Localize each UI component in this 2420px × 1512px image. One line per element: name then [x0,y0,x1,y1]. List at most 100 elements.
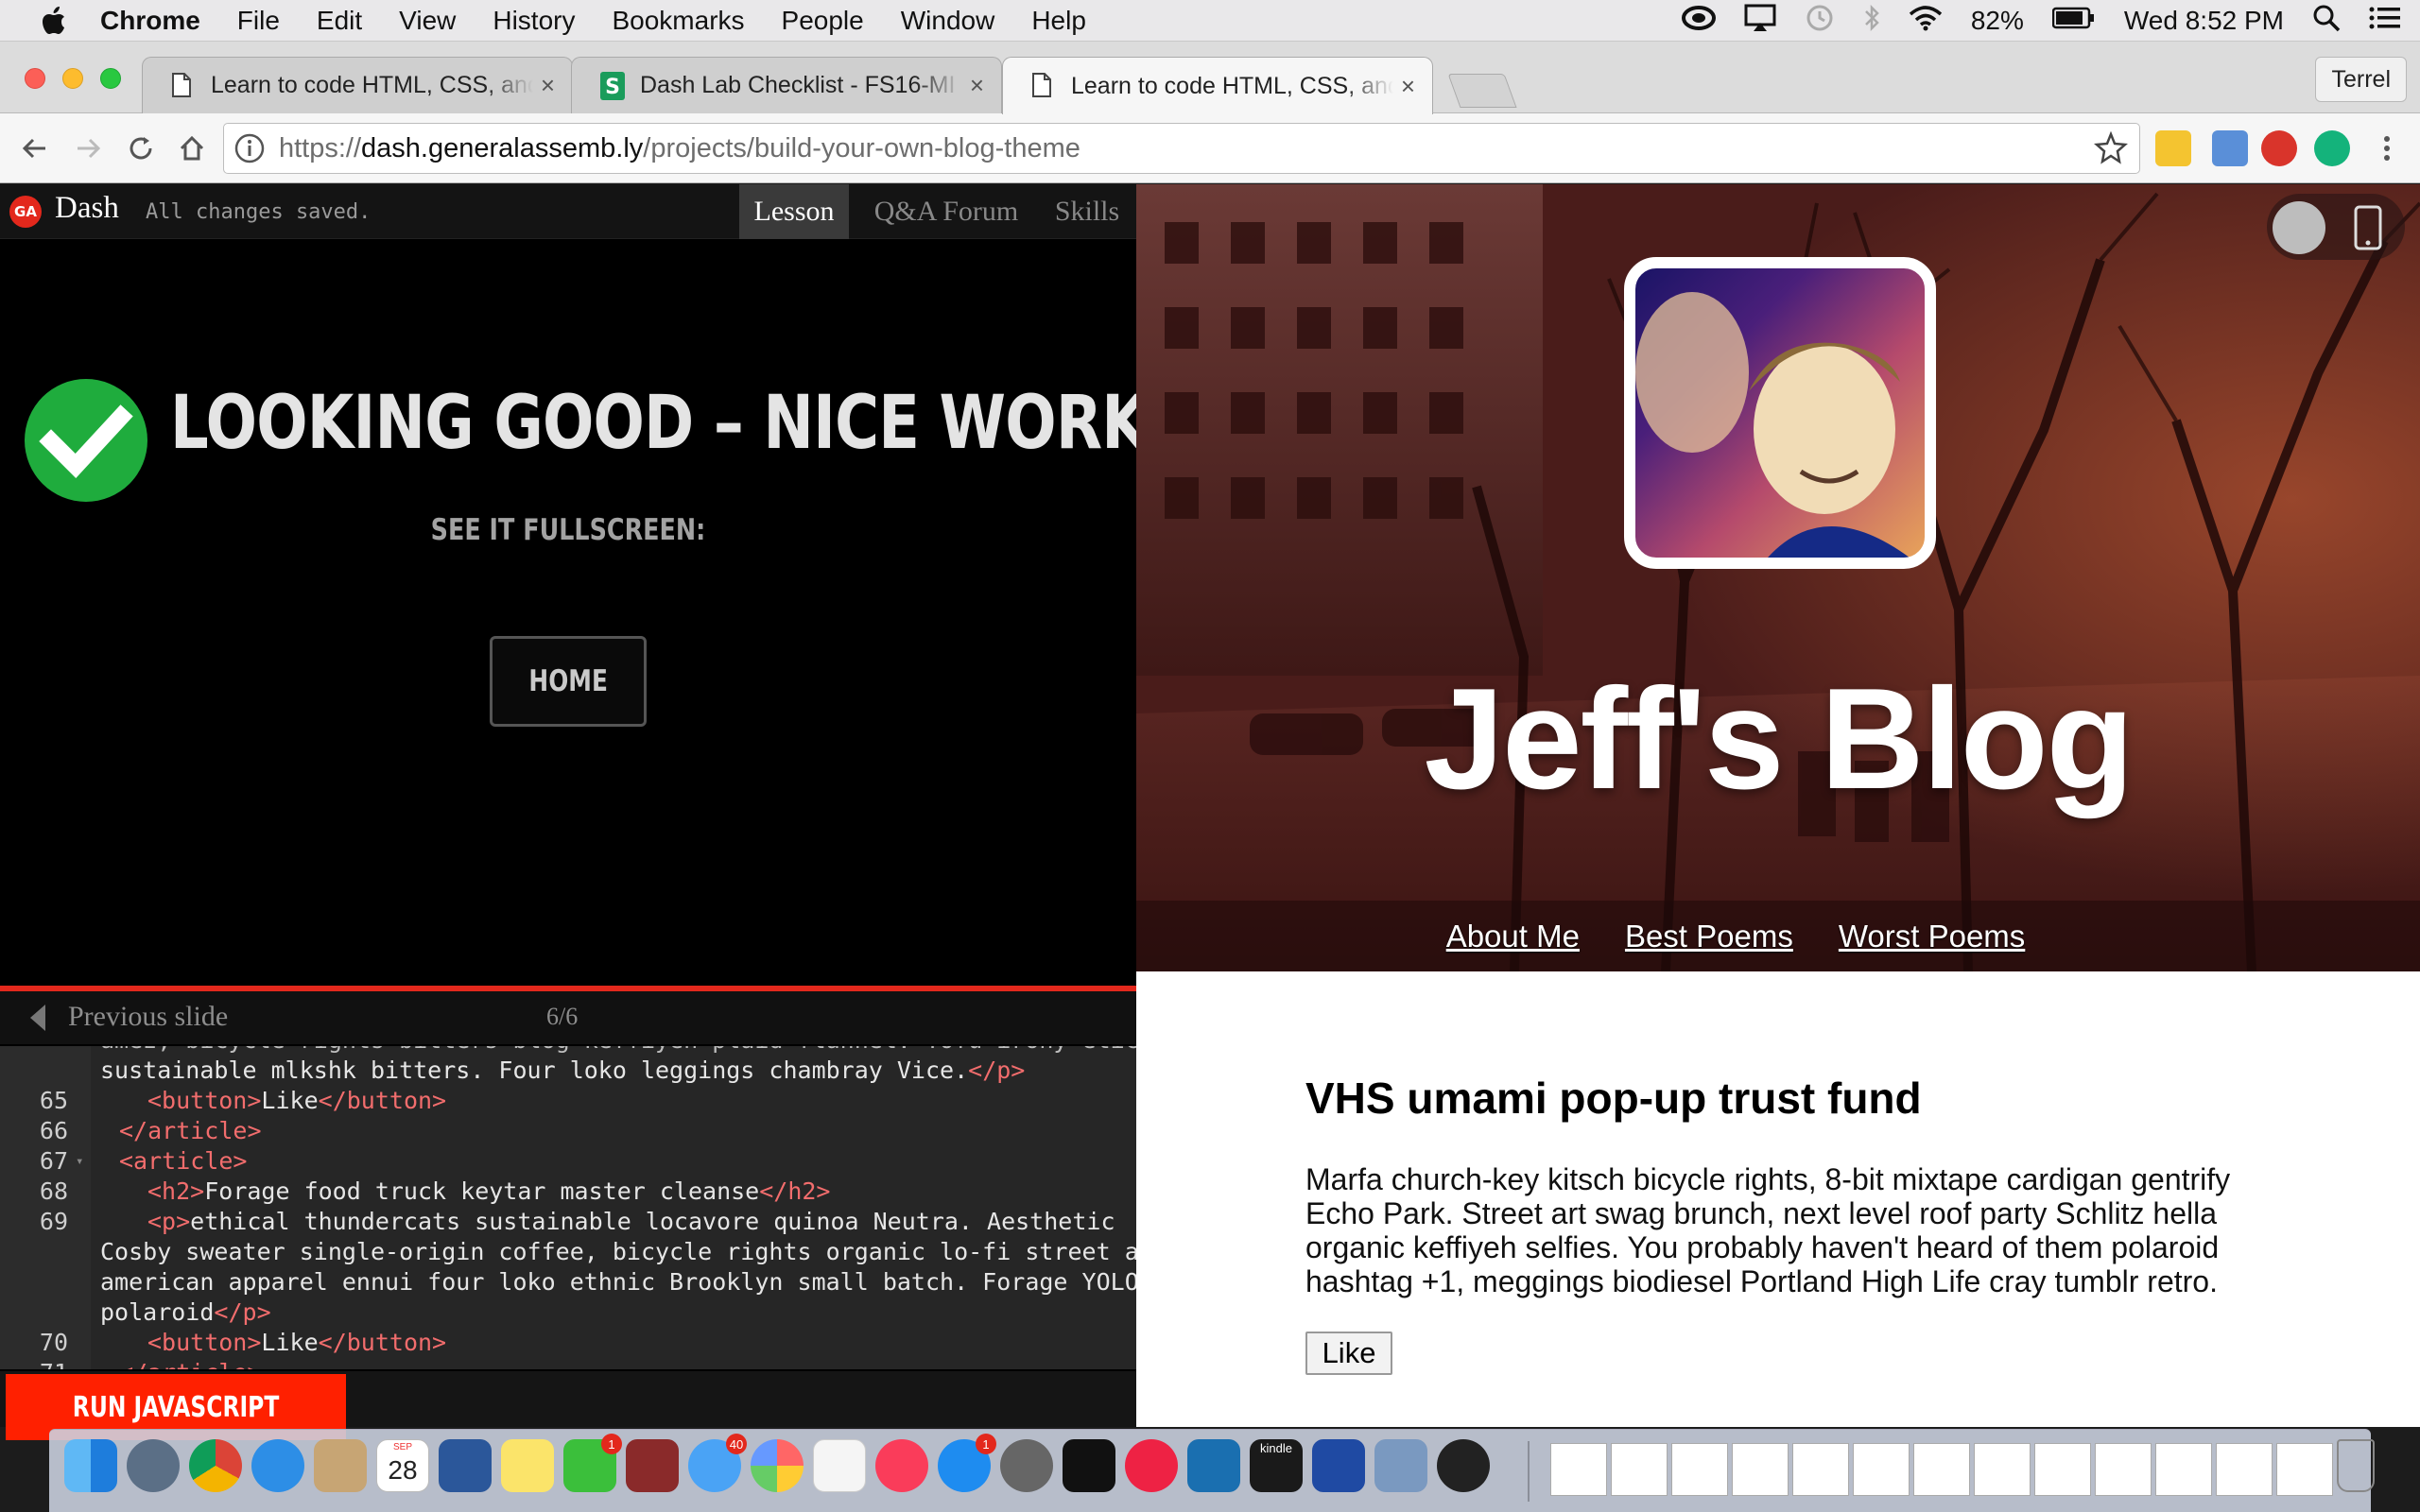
chrome-menu-icon[interactable] [2367,129,2407,168]
tab-skills[interactable]: Skills [1044,184,1131,239]
home-button[interactable] [172,129,212,168]
browser-tab-1[interactable]: Learn to code HTML, CSS, and × [142,57,573,113]
forward-button[interactable] [68,129,108,168]
pen-app-icon[interactable] [1187,1439,1240,1492]
minimized-window-10[interactable] [2095,1443,2152,1496]
nav-best-poems[interactable]: Best Poems [1625,919,1793,954]
profile-button[interactable]: Terrel [2315,57,2407,102]
minimized-window-2[interactable] [1611,1443,1668,1496]
apple-icon[interactable] [40,6,68,35]
close-tab-icon[interactable]: × [970,71,984,100]
code-editor[interactable]: amez, bicycle rights bitters blog keffiy… [0,1046,1136,1369]
like-button[interactable]: Like [1305,1332,1392,1375]
prev-arrow-icon[interactable] [30,1005,45,1031]
code-token: </button> [318,1087,447,1114]
word-icon[interactable] [439,1439,492,1492]
menu-bookmarks[interactable]: Bookmarks [612,6,744,36]
browser-tab-3-active[interactable]: Learn to code HTML, CSS, and × [1002,57,1433,114]
close-tab-icon[interactable]: × [1401,72,1415,101]
minimized-window-9[interactable] [2034,1443,2091,1496]
photos-icon[interactable] [751,1439,804,1492]
menu-people[interactable]: People [782,6,864,36]
code-line: 69 <p>ethical thundercats sustainable loc… [0,1207,1136,1237]
tab-strip: Learn to code HTML, CSS, and × S Dash La… [0,42,2420,114]
adblock-plus-icon[interactable] [2261,130,2297,166]
window-minimize-button[interactable] [62,68,83,89]
new-tab-button[interactable] [1447,74,1517,108]
toggle-knob[interactable] [2273,201,2325,254]
menu-edit[interactable]: Edit [317,6,362,36]
menu-window[interactable]: Window [901,6,995,36]
wifi-icon[interactable] [1909,5,1943,38]
reload-button[interactable] [121,129,161,168]
ga-logo[interactable]: GA [9,196,42,228]
menu-view[interactable]: View [399,6,456,36]
extension-calendar-icon[interactable] [2212,130,2248,166]
minimized-window-1[interactable] [1550,1443,1607,1496]
minimized-window-13[interactable] [2276,1443,2333,1496]
close-tab-icon[interactable]: × [541,71,555,100]
dash-brand[interactable]: Dash [55,191,119,226]
url-host: dash.generalassemb.ly [361,132,644,163]
ps4-remote-play-icon[interactable] [1312,1439,1365,1492]
minimized-window-11[interactable] [2155,1443,2212,1496]
spotlight-icon[interactable] [2312,4,2341,39]
minimized-window-7[interactable] [1913,1443,1970,1496]
contacts-icon[interactable] [314,1439,367,1492]
tab-qa-forum[interactable]: Q&A Forum [858,184,1034,239]
kindle-icon[interactable]: kindle [1250,1439,1303,1492]
pages-icon[interactable] [813,1439,866,1492]
launchpad-icon[interactable] [127,1439,180,1492]
previous-slide-link[interactable]: Previous slide [68,1001,228,1033]
bluetooth-icon[interactable] [1863,4,1880,39]
nav-worst-poems[interactable]: Worst Poems [1839,919,2025,954]
safari-icon[interactable] [251,1439,304,1492]
photo-booth-icon[interactable] [626,1439,679,1492]
sheets-icon: S [600,71,625,100]
menu-clock[interactable]: Wed 8:52 PM [2124,6,2284,36]
mobile-phone-icon[interactable] [2352,205,2384,250]
home-button[interactable]: HOME [490,636,647,727]
grammarly-icon[interactable] [2314,130,2350,166]
minimized-window-8[interactable] [1974,1443,2031,1496]
back-button[interactable] [15,129,55,168]
calendar-icon[interactable]: SEP 28 [376,1439,429,1492]
preview-icon[interactable] [1374,1439,1427,1492]
minimized-window-4[interactable] [1732,1443,1789,1496]
itunes-icon[interactable] [875,1439,928,1492]
menu-history[interactable]: History [493,6,575,36]
chrome-icon[interactable] [189,1439,242,1492]
menu-app-chrome[interactable]: Chrome [100,6,200,36]
minimized-window-12[interactable] [2216,1443,2273,1496]
tab-title: Dash Lab Checklist - FS16-MI [640,72,956,98]
nav-about-me[interactable]: About Me [1446,919,1580,954]
minimized-window-3[interactable] [1671,1443,1728,1496]
system-preferences-icon[interactable] [1000,1439,1053,1492]
minimized-window-6[interactable] [1853,1443,1910,1496]
github-icon[interactable] [1437,1439,1490,1492]
minimized-window-5[interactable] [1792,1443,1849,1496]
menu-help[interactable]: Help [1031,6,1086,36]
notes-icon[interactable] [501,1439,554,1492]
tab-lesson[interactable]: Lesson [739,184,849,239]
terminal-icon[interactable] [1063,1439,1115,1492]
time-machine-icon[interactable] [1805,3,1835,40]
menu-file[interactable]: File [237,6,280,36]
trash-icon[interactable] [2337,1439,2375,1492]
airplay-icon[interactable] [1744,4,1776,39]
battery-icon[interactable] [2051,6,2096,36]
window-close-button[interactable] [25,68,45,89]
finder-icon[interactable] [64,1439,117,1492]
window-zoom-button[interactable] [100,68,121,89]
device-toggle[interactable] [2267,194,2405,260]
notification-center-icon[interactable] [2369,6,2401,37]
extension-notes-icon[interactable] [2155,130,2191,166]
fold-arrow-icon[interactable]: ▾ [76,1146,83,1177]
browser-tab-2[interactable]: S Dash Lab Checklist - FS16-MI × [571,57,1002,113]
info-icon[interactable] [233,132,266,164]
creative-cloud-icon[interactable] [1681,5,1716,38]
code-token: <p> [147,1208,191,1235]
bookmark-star-icon[interactable] [2093,130,2129,165]
cleanmymac-icon[interactable] [1125,1439,1178,1492]
address-bar[interactable]: https://dash.generalassemb.ly/projects/b… [223,123,2140,174]
